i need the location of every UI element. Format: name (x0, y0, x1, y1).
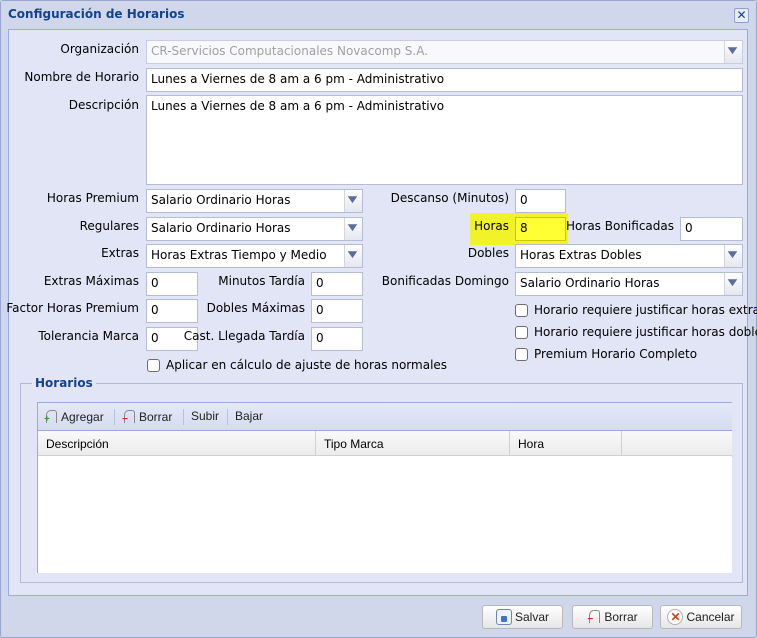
close-icon[interactable]: ✕ (734, 8, 749, 23)
dobles-maximas-label: Dobles Máximas (206, 301, 305, 315)
justificar-dobles-checkbox[interactable] (515, 325, 528, 339)
aplicar-calculo-checkbox[interactable] (147, 358, 160, 372)
borrar-row-label: Borrar (139, 410, 173, 424)
extras-combo[interactable]: Horas Extras Tiempo y Medio ▼ (146, 244, 363, 268)
bonificadas-domingo-label: Bonificadas Domingo (381, 274, 509, 288)
extras-value: Horas Extras Tiempo y Medio (151, 248, 327, 262)
borrar-button[interactable]: − Borrar (572, 605, 653, 629)
cast-llegada-tardia-label: Cast. Llegada Tardía (183, 329, 305, 343)
premium-completo-checkbox-row[interactable]: Premium Horario Completo (515, 347, 697, 361)
horarios-grid-header: Descripción Tipo Marca Hora (38, 431, 732, 456)
dobles-label: Dobles (467, 246, 509, 260)
bonificadas-domingo-combo[interactable]: Salario Ordinario Horas ▼ (515, 272, 743, 296)
descripcion-textarea[interactable]: Lunes a Viernes de 8 am a 6 pm - Adminis… (146, 95, 743, 185)
justificar-extras-checkbox[interactable] (515, 303, 528, 317)
regulares-value: Salario Ordinario Horas (151, 221, 291, 235)
subir-button[interactable]: Subir (191, 409, 219, 423)
toolbar-separator (114, 409, 115, 425)
organizacion-value: CR-Servicios Computacionales Novacomp S.… (151, 44, 429, 58)
organizacion-dropdown-trigger[interactable]: ▼ (724, 41, 742, 63)
regulares-combo[interactable]: Salario Ordinario Horas ▼ (146, 217, 363, 241)
extras-dropdown-trigger[interactable]: ▼ (344, 245, 362, 267)
organizacion-combo[interactable]: CR-Servicios Computacionales Novacomp S.… (146, 40, 743, 64)
horas-input[interactable]: 8 (515, 217, 566, 241)
dialog-title: Configuración de Horarios (8, 7, 185, 21)
add-document-icon: + (44, 409, 58, 425)
bonificadas-domingo-dropdown-trigger[interactable]: ▼ (724, 273, 742, 295)
dobles-maximas-input[interactable]: 0 (311, 299, 363, 323)
descanso-label: Descanso (Minutos) (390, 191, 509, 205)
premium-completo-label: Premium Horario Completo (534, 347, 698, 361)
minutos-tardia-input[interactable]: 0 (311, 272, 363, 296)
nombre-horario-input[interactable]: Lunes a Viernes de 8 am a 6 pm - Adminis… (146, 68, 743, 92)
factor-horas-premium-input[interactable]: 0 (146, 299, 198, 323)
chevron-down-icon: ▼ (347, 223, 358, 233)
regulares-label: Regulares (79, 219, 139, 233)
extras-maximas-label: Extras Máximas (43, 274, 139, 288)
cancelar-label: Cancelar (686, 610, 735, 624)
dobles-combo[interactable]: Horas Extras Dobles ▼ (515, 244, 743, 268)
extras-label: Extras (101, 246, 139, 260)
aplicar-calculo-label: Aplicar en cálculo de ajuste de horas no… (166, 358, 448, 372)
remove-document-icon: − (587, 609, 601, 625)
toolbar-separator (227, 409, 228, 425)
horas-bonificadas-label: Horas Bonificadas (566, 219, 674, 233)
horarios-dialog: Configuración de Horarios ✕ Organización… (0, 0, 757, 638)
bonificadas-domingo-value: Salario Ordinario Horas (520, 276, 660, 290)
horas-premium-value: Salario Ordinario Horas (151, 193, 291, 207)
factor-horas-premium-label: Factor Horas Premium (6, 301, 139, 315)
horas-premium-dropdown-trigger[interactable]: ▼ (344, 190, 362, 212)
horas-bonificadas-input[interactable]: 0 (680, 217, 743, 241)
save-icon (495, 609, 512, 625)
chevron-down-icon: ▼ (727, 250, 738, 260)
salvar-label: Salvar (514, 610, 549, 624)
dobles-value: Horas Extras Dobles (520, 248, 642, 262)
horarios-legend: Horarios (32, 376, 96, 390)
minutos-tardia-label: Minutos Tardía (218, 274, 305, 288)
agregar-button[interactable]: + Agregar (44, 409, 104, 425)
remove-document-icon: − (122, 409, 136, 425)
justificar-extras-label: Horario requiere justificar horas extras (534, 303, 757, 317)
justificar-extras-checkbox-row[interactable]: Horario requiere justificar horas extras (515, 303, 757, 317)
toolbar-separator (183, 409, 184, 425)
borrar-label: Borrar (604, 610, 638, 624)
nombre-horario-label: Nombre de Horario (24, 70, 139, 84)
justificar-dobles-checkbox-row[interactable]: Horario requiere justificar horas dobles (515, 325, 757, 339)
cast-llegada-tardia-input[interactable]: 0 (311, 327, 363, 351)
dialog-titlebar[interactable]: Configuración de Horarios ✕ (1, 1, 756, 27)
descripcion-label: Descripción (68, 98, 139, 112)
column-header-hora[interactable]: Hora (510, 431, 622, 456)
agregar-label: Agregar (61, 410, 104, 424)
column-header-blank (622, 431, 732, 456)
descanso-input[interactable]: 0 (515, 189, 566, 213)
horas-premium-combo[interactable]: Salario Ordinario Horas ▼ (146, 189, 363, 213)
tolerancia-marca-label: Tolerancia Marca (38, 329, 139, 343)
cancelar-button[interactable]: ✕ Cancelar (660, 605, 742, 629)
horas-label: Horas (474, 219, 509, 233)
bajar-button[interactable]: Bajar (235, 409, 263, 423)
dobles-dropdown-trigger[interactable]: ▼ (724, 245, 742, 267)
aplicar-calculo-checkbox-row[interactable]: Aplicar en cálculo de ajuste de horas no… (147, 358, 447, 372)
horas-premium-label: Horas Premium (46, 191, 139, 205)
borrar-row-button[interactable]: − Borrar (122, 409, 172, 425)
column-header-tipo-marca[interactable]: Tipo Marca (316, 431, 510, 456)
horarios-toolbar: + Agregar − Borrar Subir Bajar (38, 402, 732, 431)
organizacion-label: Organización (60, 42, 139, 56)
chevron-down-icon: ▼ (347, 195, 358, 205)
justificar-dobles-label: Horario requiere justificar horas dobles (534, 325, 757, 339)
salvar-button[interactable]: Salvar (482, 605, 563, 629)
extras-maximas-input[interactable]: 0 (146, 272, 198, 296)
chevron-down-icon: ▼ (727, 278, 738, 288)
column-header-descripcion[interactable]: Descripción (38, 431, 316, 456)
horarios-grid: + Agregar − Borrar Subir Bajar Descripci… (37, 402, 732, 573)
horarios-grid-body (38, 457, 732, 573)
chevron-down-icon: ▼ (727, 46, 738, 56)
chevron-down-icon: ▼ (347, 250, 358, 260)
cancel-icon: ✕ (667, 609, 684, 625)
premium-completo-checkbox[interactable] (515, 347, 528, 361)
regulares-dropdown-trigger[interactable]: ▼ (344, 218, 362, 240)
